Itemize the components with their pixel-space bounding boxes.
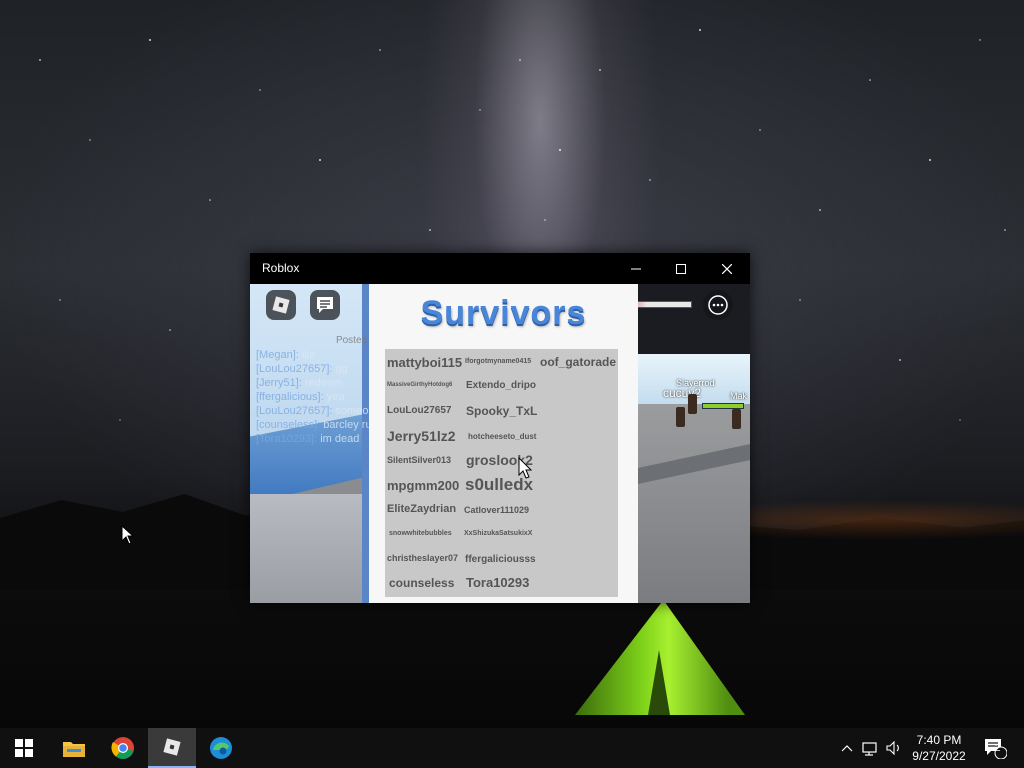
roblox-window[interactable]: Roblox Posted info [Megan]: ilia [LouLou… xyxy=(250,253,750,603)
survivor-name: Extendo_dripo xyxy=(466,380,537,391)
player-nametag: Mak xyxy=(730,391,748,401)
maximize-icon xyxy=(676,263,686,274)
clock-date: 9/27/2022 xyxy=(912,749,966,763)
roblox-logo-icon xyxy=(163,738,181,756)
survivors-title: Survivors xyxy=(420,294,587,332)
survivor-name: Spooky_TxL xyxy=(466,404,538,418)
more-options-button[interactable] xyxy=(703,290,733,320)
survivors-board: Survivors mattyboi115 Iforgotmyname0415 … xyxy=(369,284,638,603)
survivor-name: ffergaliciousss xyxy=(465,554,536,565)
taskbar: 7:40 PM 9/27/2022 2 xyxy=(0,728,1024,768)
survivor-name: SilentSilver013 xyxy=(387,455,452,465)
chat-user: [Jerry51]: xyxy=(256,377,302,389)
player-avatar xyxy=(688,394,697,414)
windows-logo-icon xyxy=(15,739,33,757)
show-hidden-icons-button[interactable] xyxy=(838,728,856,768)
roblox-logo-icon xyxy=(272,296,290,314)
survivors-grid: mattyboi115 Iforgotmyname0415 oof_gatora… xyxy=(385,349,618,597)
chat-message: redeem xyxy=(304,377,343,389)
network-button[interactable] xyxy=(860,728,882,768)
survivor-name: XxShizukaSatsukixX xyxy=(464,530,533,537)
chat-user: [counseless]: xyxy=(256,419,321,431)
folder-icon xyxy=(63,742,85,757)
roblox-menu-button[interactable] xyxy=(266,290,296,320)
start-button[interactable] xyxy=(0,728,48,768)
window-titlebar[interactable]: Roblox xyxy=(250,253,750,284)
maximize-button[interactable] xyxy=(658,253,704,284)
survivor-name: christheslayer07 xyxy=(387,553,459,563)
chat-user: [Tora10293]: xyxy=(256,433,318,445)
roblox-taskbar-button[interactable] xyxy=(148,728,196,768)
player-avatar xyxy=(732,409,741,429)
file-explorer-button[interactable] xyxy=(50,728,98,768)
chat-message: im dead xyxy=(320,433,360,445)
player-avatar xyxy=(676,407,685,427)
survivor-name: Catlover111029 xyxy=(464,505,530,515)
chat-user: [LouLou27657]: xyxy=(256,363,333,375)
survivor-name: LouLou27657 xyxy=(387,405,452,416)
edge-icon xyxy=(210,737,232,759)
chat-message: yea xyxy=(326,391,345,403)
survivor-name: MassiveGirthyHotdog6 xyxy=(387,382,453,388)
survivor-name: counseless xyxy=(389,576,455,590)
chat-message: gg xyxy=(335,363,348,375)
survivor-name: snowwhitebubbles xyxy=(389,530,452,537)
chat-system-line: Posted info xyxy=(335,335,386,346)
chrome-button[interactable] xyxy=(99,728,147,768)
scene-floor-left xyxy=(250,494,365,603)
survivor-name: mattyboi115 xyxy=(387,355,463,370)
survivor-name: EliteZaydrian xyxy=(387,503,457,515)
chevron-up-icon xyxy=(841,745,853,752)
action-center-button[interactable]: 2 xyxy=(980,728,1010,768)
window-title: Roblox xyxy=(262,261,300,275)
survivor-name: hotcheeseto_dust xyxy=(468,432,537,441)
mouse-cursor-icon xyxy=(121,525,135,545)
notification-count: 2 xyxy=(995,743,1001,754)
clock-time: 7:40 PM xyxy=(916,733,962,747)
game-viewport[interactable]: Posted info [Megan]: ilia [LouLou27657]:… xyxy=(250,284,750,603)
mouse-cursor-icon xyxy=(518,457,533,479)
close-icon xyxy=(722,263,732,274)
edge-button[interactable] xyxy=(197,728,245,768)
chat-bubble-icon xyxy=(317,297,333,313)
survivor-name: mpgmm200 xyxy=(387,478,460,493)
close-button[interactable] xyxy=(704,253,750,284)
minimize-icon xyxy=(631,268,641,269)
chat-user: [ffergalicious]: xyxy=(256,391,324,403)
survivor-name: Tora10293 xyxy=(466,575,530,590)
chat-toggle-button[interactable] xyxy=(310,290,340,320)
network-icon xyxy=(862,742,877,756)
chat-user: [LouLou27657]: xyxy=(256,405,333,417)
minimize-button[interactable] xyxy=(613,253,659,284)
chat-message: ilia xyxy=(301,349,316,361)
survivor-name: Iforgotmyname0415 xyxy=(465,358,532,365)
survivor-name: Jerry51lz2 xyxy=(387,428,456,444)
taskbar-clock[interactable]: 7:40 PM 9/27/2022 xyxy=(900,732,978,764)
survivor-name: oof_gatorade xyxy=(540,355,617,369)
chrome-icon xyxy=(111,737,134,759)
scene-floor-right xyxy=(638,404,750,603)
chat-user: [Megan]: xyxy=(256,349,299,361)
more-dots-icon xyxy=(708,295,728,315)
